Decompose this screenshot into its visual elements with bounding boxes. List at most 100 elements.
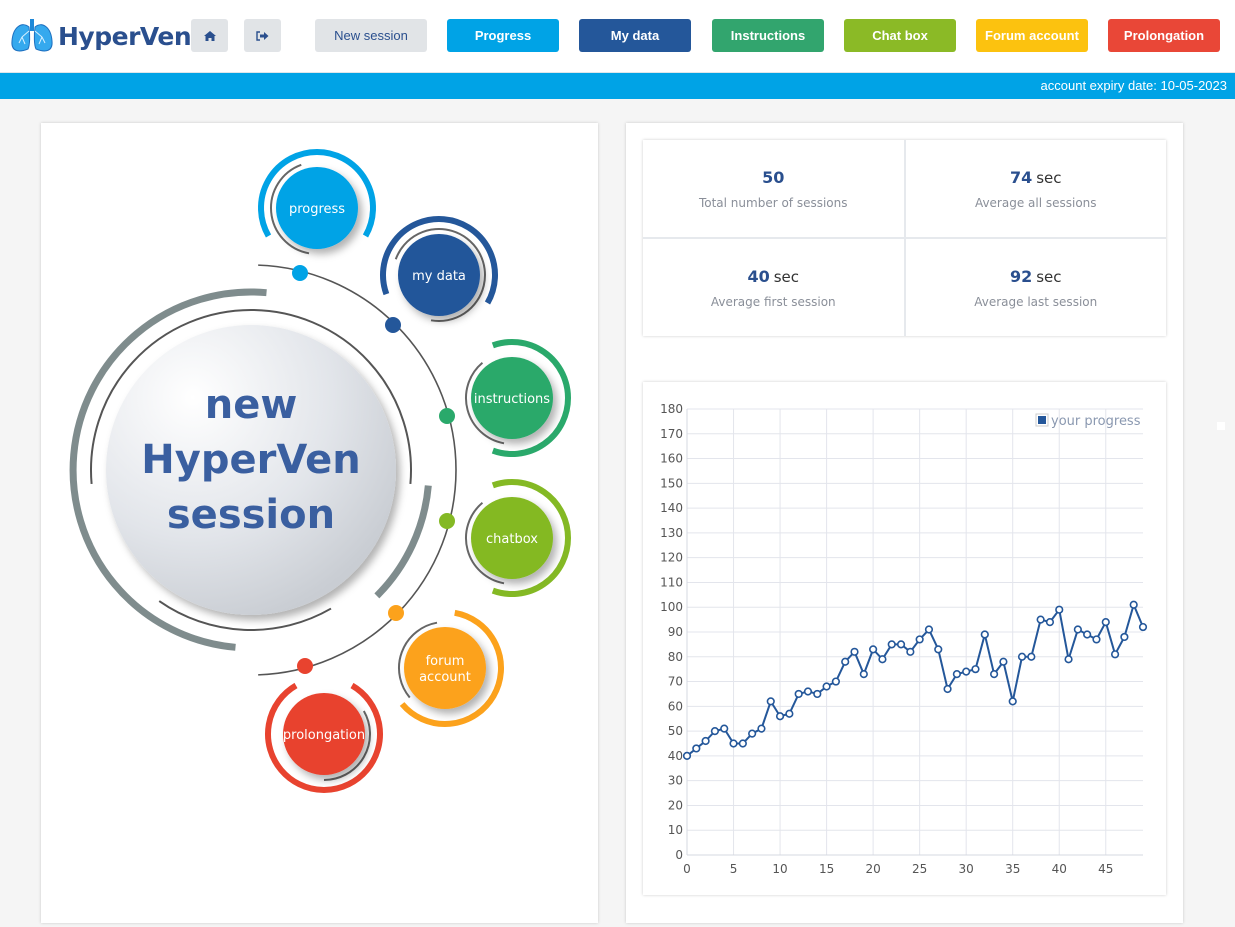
data-point[interactable] <box>971 665 980 674</box>
data-point[interactable] <box>729 739 738 748</box>
new-session-button[interactable]: new HyperVen session <box>106 325 396 615</box>
hub-item-dot <box>292 265 308 281</box>
data-point[interactable] <box>785 709 794 718</box>
y-tick-label: 150 <box>660 476 683 490</box>
data-point[interactable] <box>701 736 710 746</box>
nav-button-forum-account[interactable]: Forum account <box>976 19 1088 52</box>
data-point[interactable] <box>831 677 840 686</box>
legend-label: your progress <box>1051 414 1141 429</box>
y-tick-label: 20 <box>668 798 683 812</box>
data-point[interactable] <box>1092 635 1101 644</box>
stat-label: Total number of sessions <box>698 195 848 210</box>
nav-button-new-session[interactable]: New session <box>315 19 427 52</box>
data-point[interactable] <box>748 729 757 738</box>
nav-button-my-data[interactable]: My data <box>579 19 691 52</box>
hub-item-instructions[interactable]: instructions <box>465 339 571 457</box>
y-tick-label: 30 <box>668 774 683 788</box>
y-tick-label: 120 <box>660 551 683 565</box>
legend-swatch <box>1038 416 1046 424</box>
data-point[interactable] <box>710 727 720 736</box>
data-point[interactable] <box>1064 655 1073 664</box>
x-tick-label: 5 <box>730 862 738 876</box>
data-point[interactable] <box>878 655 887 664</box>
data-point[interactable] <box>1110 650 1120 659</box>
data-point[interactable] <box>803 687 813 696</box>
chart-legend: your progress <box>1035 413 1141 429</box>
stat-average-first: 40 sec Average first session <box>643 239 904 336</box>
nav-button-instructions[interactable]: Instructions <box>712 19 824 52</box>
data-point[interactable] <box>943 684 952 694</box>
data-point[interactable] <box>1101 617 1110 627</box>
navigation-hub-panel: new HyperVen session progress my data instru… <box>41 123 598 923</box>
y-tick-label: 50 <box>668 724 683 738</box>
data-point[interactable] <box>999 657 1008 666</box>
data-point[interactable] <box>1008 697 1017 706</box>
data-point[interactable] <box>1055 605 1064 614</box>
data-point[interactable] <box>1129 600 1138 609</box>
data-point[interactable] <box>813 689 822 699</box>
data-point[interactable] <box>934 645 943 654</box>
stat-value: 40 <box>747 266 770 286</box>
data-point[interactable] <box>682 751 692 760</box>
data-point[interactable] <box>757 724 766 733</box>
data-point[interactable] <box>869 645 878 654</box>
scrollbar-marker[interactable] <box>1217 422 1225 430</box>
hub-item-dot <box>439 513 455 529</box>
y-tick-label: 70 <box>668 675 683 689</box>
x-tick-label: 35 <box>1005 862 1020 876</box>
data-point[interactable] <box>692 744 701 753</box>
data-point[interactable] <box>859 670 868 679</box>
hub-item-prolongation[interactable]: prolongation <box>265 682 383 793</box>
hub-item-label: forum <box>426 654 465 669</box>
hub-item-forum-account[interactable]: forumaccount <box>398 609 504 727</box>
logout-button[interactable] <box>244 19 281 52</box>
data-point[interactable] <box>990 670 999 679</box>
data-point[interactable] <box>896 640 906 649</box>
data-point[interactable] <box>962 667 971 676</box>
data-point[interactable] <box>822 682 831 691</box>
data-point[interactable] <box>915 635 924 644</box>
data-point[interactable] <box>1027 652 1036 661</box>
home-icon <box>203 30 216 41</box>
hub-item-dot <box>297 658 313 674</box>
hub-item-chatbox[interactable]: chatbox <box>465 479 571 597</box>
data-point[interactable] <box>906 647 915 656</box>
data-point[interactable] <box>794 689 803 699</box>
hub-item-label: instructions <box>474 392 550 407</box>
data-point[interactable] <box>1138 622 1148 632</box>
home-button[interactable] <box>191 19 228 52</box>
data-point[interactable] <box>841 657 850 666</box>
data-point[interactable] <box>850 647 859 656</box>
data-point[interactable] <box>1083 630 1092 639</box>
progress-line-chart: 0102030405060708090100110120130140150160… <box>660 402 1148 876</box>
data-point[interactable] <box>1073 625 1082 634</box>
data-point[interactable] <box>1017 652 1027 661</box>
data-point[interactable] <box>720 724 729 733</box>
stat-value: 92 <box>1009 266 1033 286</box>
stat-total-sessions: 50 Total number of sessions <box>643 140 904 237</box>
x-tick-label: 30 <box>959 862 974 876</box>
data-point[interactable] <box>775 712 785 721</box>
hub-item-progress[interactable]: progress <box>258 149 376 255</box>
x-tick-label: 40 <box>1052 862 1067 876</box>
nav-button-chat-box[interactable]: Chat box <box>844 19 956 52</box>
data-point[interactable] <box>738 739 747 748</box>
y-tick-label: 110 <box>660 575 683 589</box>
data-point[interactable] <box>887 640 896 649</box>
x-tick-label: 45 <box>1098 862 1113 876</box>
data-point[interactable] <box>952 670 961 679</box>
data-point[interactable] <box>766 697 775 706</box>
hub-item-my-data[interactable]: my data <box>380 216 498 322</box>
lungs-icon <box>11 19 53 52</box>
nav-button-progress[interactable]: Progress <box>447 19 559 52</box>
logo[interactable]: HyperVen <box>10 17 192 55</box>
data-point[interactable] <box>1045 617 1055 627</box>
data-point[interactable] <box>1120 632 1129 642</box>
nav-button-prolongation[interactable]: Prolongation <box>1108 19 1220 52</box>
stat-value: 50 <box>762 167 785 187</box>
data-point[interactable] <box>924 625 934 634</box>
data-point[interactable] <box>1036 615 1045 624</box>
y-tick-label: 100 <box>660 600 683 614</box>
y-tick-label: 180 <box>660 402 683 416</box>
data-point[interactable] <box>980 630 989 639</box>
